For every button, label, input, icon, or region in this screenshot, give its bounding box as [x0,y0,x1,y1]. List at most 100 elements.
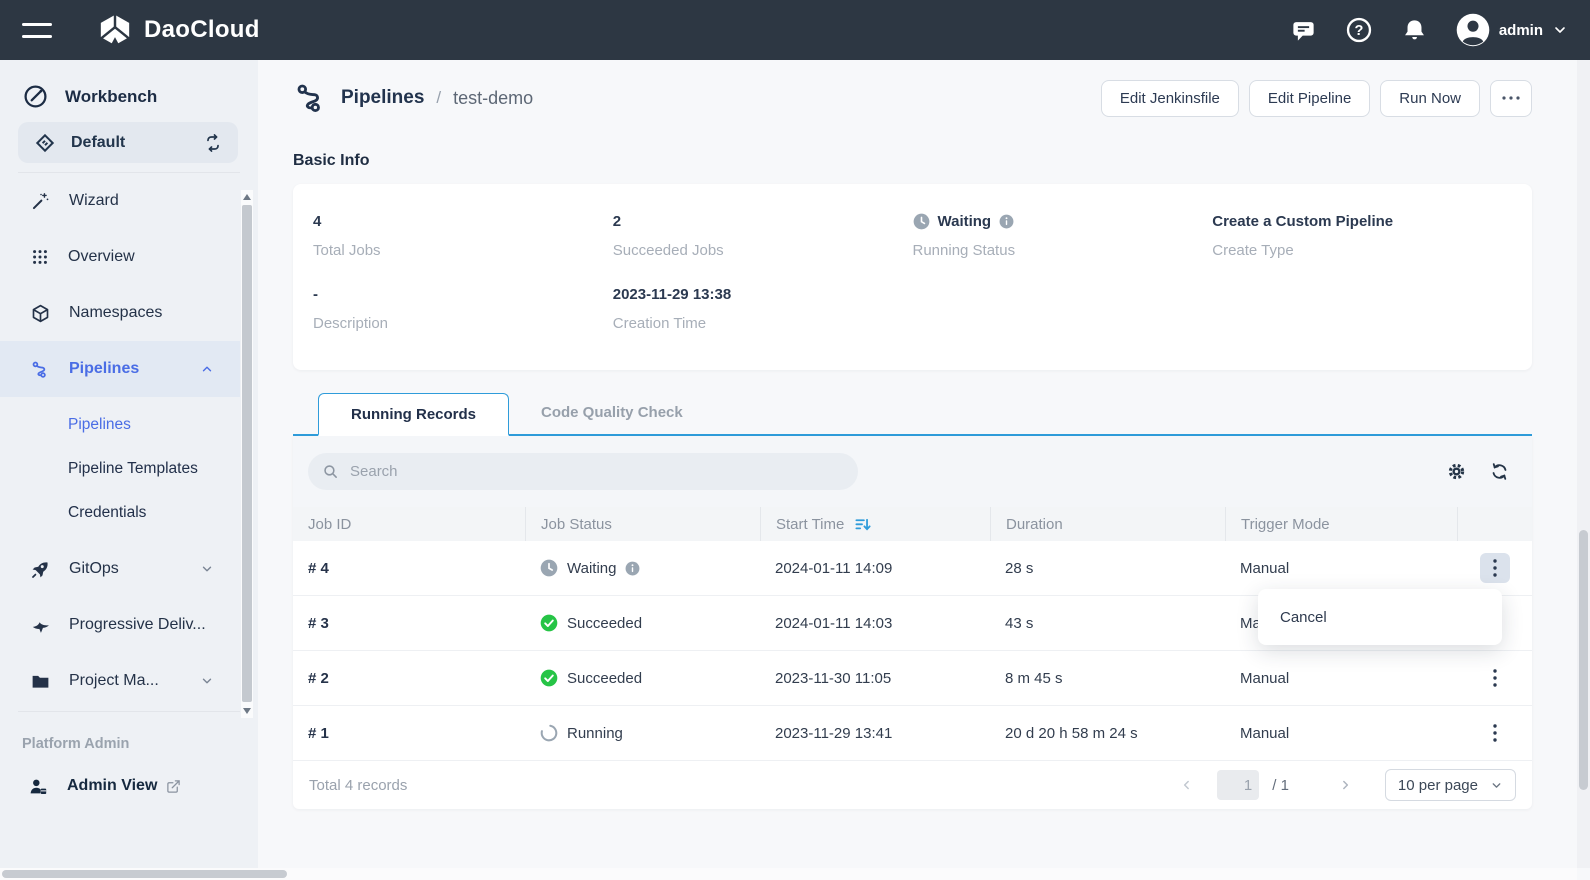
table-toolbar [293,436,1532,507]
scroll-up-arrow[interactable] [243,194,251,200]
chevron-down-icon [200,674,214,688]
info-icon[interactable] [625,561,640,576]
scrollbar-thumb[interactable] [242,205,252,702]
cancel-menu-item[interactable]: Cancel [1280,609,1502,626]
clock-status-icon [540,559,558,577]
platform-admin-label: Platform Admin [22,736,258,752]
sidebar-subitem-pipelines[interactable]: Pipelines [0,403,240,447]
table-settings-gear-icon[interactable] [1446,461,1467,482]
tab-running-records[interactable]: Running Records [318,393,509,436]
sidebar-scrollbar[interactable] [241,190,253,718]
basic-info-card: 4 Total Jobs 2 Succeeded Jobs Waiting [293,184,1532,370]
field-create-type: Create a Custom Pipeline Create Type [1212,212,1512,259]
svg-text:?: ? [1354,23,1363,39]
chevron-down-icon [1552,22,1568,38]
menu-toggle-icon[interactable] [22,23,52,38]
ellipsis-icon [1502,96,1520,100]
row-actions-kebab[interactable] [1480,663,1510,693]
bird-icon [30,615,51,636]
sidebar-item-progressive-delivery[interactable]: Progressive Deliv... [0,597,240,653]
sidebar-item-admin-view[interactable]: Admin View [0,766,258,806]
next-page-icon[interactable] [1338,778,1352,792]
user-menu[interactable]: admin [1456,13,1568,47]
sort-descending-icon[interactable] [854,516,871,533]
workspace-selector[interactable]: Default [18,122,238,163]
table-header: Job ID Job Status Start Time Duration Tr… [293,507,1532,541]
workbench-title: Workbench [65,87,157,107]
total-records: Total 4 records [309,777,407,794]
admin-user-icon [28,776,49,797]
search-input-wrap[interactable] [308,453,858,490]
row-action-menu: Cancel [1258,589,1502,645]
breadcrumb-pipelines[interactable]: Pipelines [341,87,424,109]
status-cell: Succeeded [525,614,760,632]
help-icon[interactable]: ? [1345,16,1373,44]
running-spinner-icon [540,724,558,742]
brand[interactable]: DaoCloud [98,13,260,47]
pipeline-icon [293,80,329,116]
info-icon[interactable] [999,214,1014,229]
messages-icon[interactable] [1290,17,1317,44]
chevron-down-icon [1490,779,1503,792]
brand-name: DaoCloud [144,16,260,44]
col-job-status: Job Status [525,507,760,541]
page-header: Pipelines / test-demo Edit Jenkinsfile E… [293,76,1532,120]
pagination: 1 / 1 10 per page [1170,769,1516,801]
sidebar-item-overview[interactable]: Overview [0,229,240,285]
edit-jenkinsfile-button[interactable]: Edit Jenkinsfile [1101,80,1239,117]
main-content: Pipelines / test-demo Edit Jenkinsfile E… [258,60,1590,880]
sidebar-item-project-management[interactable]: Project Ma... [0,653,240,709]
page-number-input[interactable]: 1 [1217,770,1259,800]
search-icon [322,463,339,480]
refresh-icon[interactable] [1489,461,1510,482]
detail-tabs: Running Records Code Quality Check [293,391,1532,436]
divider [18,711,240,712]
prev-page-icon[interactable] [1180,778,1194,792]
col-duration: Duration [990,507,1225,541]
pipeline-icon [30,359,51,380]
scroll-down-arrow[interactable] [243,708,251,714]
sidebar-menu: Wizard Overview Namespac [0,173,258,709]
page-horizontal-scrollbar[interactable] [0,868,1577,880]
rocket-icon [30,559,51,580]
edit-pipeline-button[interactable]: Edit Pipeline [1249,80,1370,117]
user-name: admin [1499,22,1543,39]
field-succeeded-jobs: 2 Succeeded Jobs [613,212,913,259]
switch-workspace-icon[interactable] [202,132,224,154]
notifications-bell-icon[interactable] [1401,17,1428,44]
tab-code-quality-check[interactable]: Code Quality Check [509,391,715,434]
status-cell: Succeeded [525,669,760,687]
page-size-select[interactable]: 10 per page [1385,769,1516,801]
col-trigger-mode: Trigger Mode [1225,507,1457,541]
scrollbar-thumb[interactable] [2,870,287,878]
sidebar-item-gitops[interactable]: GitOps [0,541,240,597]
field-creation-time: 2023-11-29 13:38 Creation Time [613,285,913,332]
search-input[interactable] [348,462,844,481]
basic-info-title: Basic Info [293,152,1532,170]
col-start-time[interactable]: Start Time [760,507,990,541]
col-job-id: Job ID [293,507,525,541]
workbench-icon [22,83,49,110]
clock-status-icon [913,213,930,230]
table-row[interactable]: # 2 Succeeded 2023-11-30 11:05 8 m 45 s … [293,651,1532,706]
wizard-icon [30,191,51,212]
app-window: DaoCloud ? [0,0,1590,880]
sidebar-item-wizard[interactable]: Wizard [0,173,240,229]
breadcrumb-current: test-demo [453,88,533,109]
scrollbar-thumb[interactable] [1579,530,1588,790]
sidebar-subitem-credentials[interactable]: Credentials [0,491,240,535]
table-row[interactable]: # 4 Waiting 2024-01-11 14:09 28 s Manual [293,541,1532,596]
row-actions-kebab[interactable] [1480,718,1510,748]
sidebar-item-namespaces[interactable]: Namespaces [0,285,240,341]
field-description: - Description [313,285,613,332]
row-actions-kebab[interactable] [1480,553,1510,583]
run-now-button[interactable]: Run Now [1380,80,1480,117]
table-row[interactable]: # 1 Running 2023-11-29 13:41 20 d 20 h 5… [293,706,1532,761]
more-actions-button[interactable] [1490,80,1532,117]
chevron-up-icon [200,362,214,376]
success-check-icon [540,669,558,687]
field-running-status: Waiting Running Status [913,212,1213,259]
sidebar-item-pipelines[interactable]: Pipelines [0,341,240,397]
sidebar-subitem-pipeline-templates[interactable]: Pipeline Templates [0,447,240,491]
page-vertical-scrollbar[interactable] [1577,60,1590,868]
